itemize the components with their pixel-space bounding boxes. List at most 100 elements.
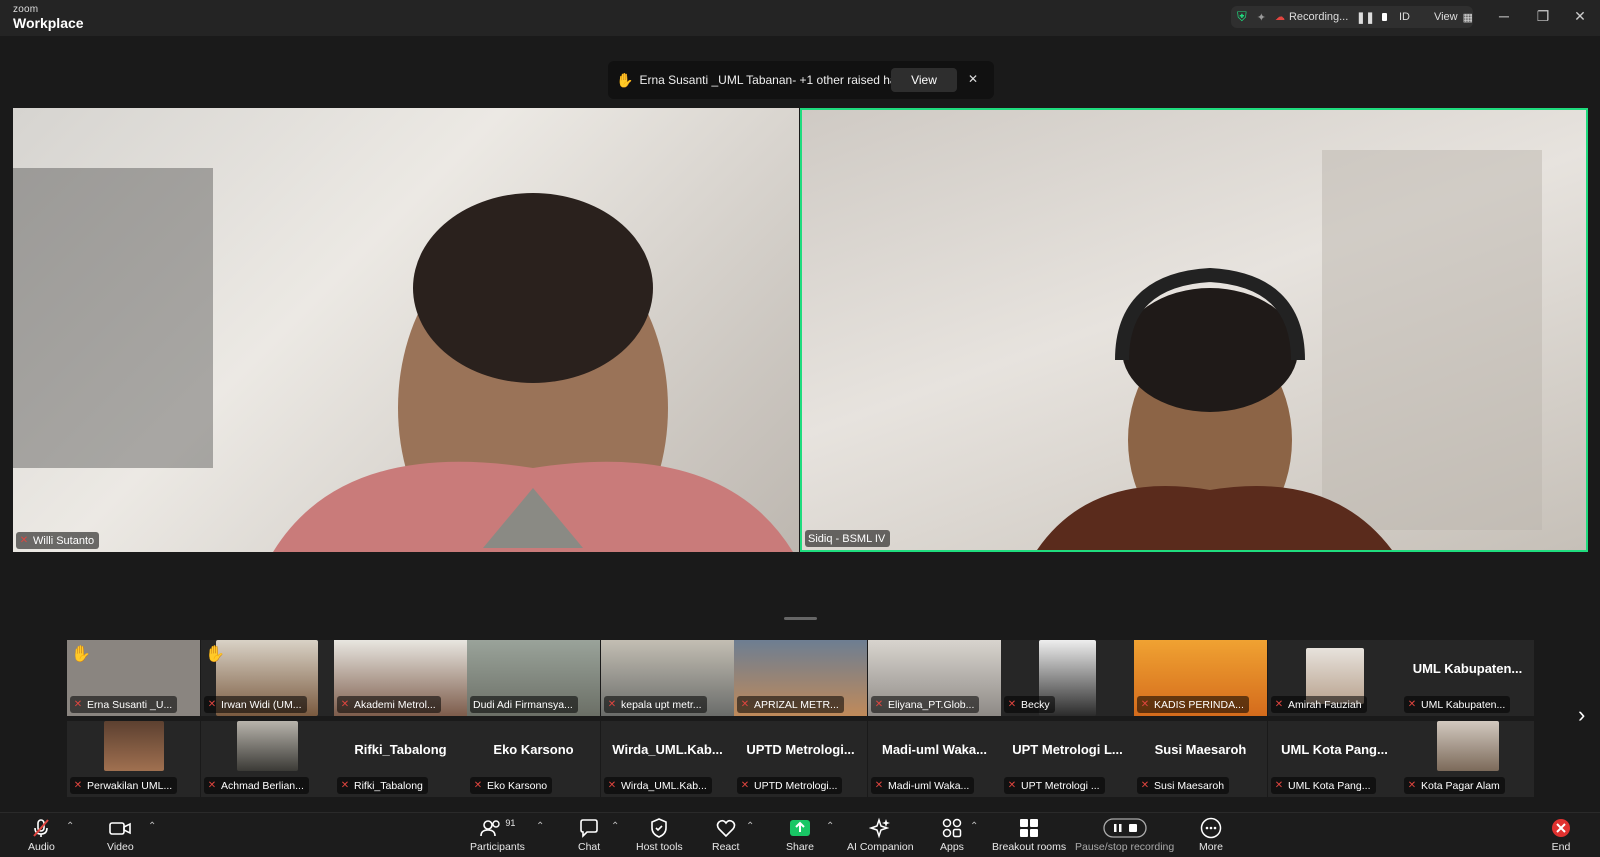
shield-icon — [648, 817, 670, 839]
apps-options-chevron-icon[interactable]: ⌃ — [970, 821, 978, 832]
gallery-next-page-icon[interactable]: › — [1578, 702, 1585, 728]
audio-options-chevron-icon[interactable]: ⌃ — [66, 821, 74, 832]
meeting-id-button[interactable]: ID — [1399, 11, 1410, 23]
participants-count: 91 — [505, 818, 516, 828]
ai-sparkle-icon — [869, 817, 891, 839]
participant-video — [237, 721, 298, 771]
gallery-tile[interactable]: ✕ Kota Pagar Alam — [1401, 721, 1534, 797]
raised-hands-banner: ✋ Erna Susanti _UML Tabanan- +1 other ra… — [608, 61, 994, 99]
video-tile-speaker-1[interactable]: ✕ Willi Sutanto — [13, 108, 799, 552]
muted-mic-icon: ✕ — [473, 780, 483, 791]
video-options-chevron-icon[interactable]: ⌃ — [148, 821, 156, 832]
gallery-tile[interactable]: UPTD Metrologi... ✕ UPTD Metrologi... — [734, 721, 867, 797]
participant-display-name: UPTD Metrologi... — [746, 742, 855, 757]
gallery-tile[interactable]: Madi-uml Waka... ✕ Madi-uml Waka... — [868, 721, 1001, 797]
ai-companion-label: AI Companion — [847, 841, 914, 853]
participant-name: Amirah Fauziah — [1288, 698, 1362, 711]
muted-mic-icon: ✕ — [740, 780, 750, 791]
chat-button[interactable]: Chat — [578, 817, 600, 853]
gallery-tile[interactable]: Eko Karsono ✕ Eko Karsono — [467, 721, 600, 797]
participant-name-tag: ✕ KADIS PERINDA... — [1137, 696, 1249, 713]
chat-bubble-icon — [578, 817, 600, 839]
participant-name-tag: ✕ Perwakilan UML... — [70, 777, 178, 794]
muted-mic-icon: ✕ — [874, 699, 884, 710]
security-shield-icon[interactable]: ⛨ — [1237, 9, 1247, 25]
share-button[interactable]: Share — [786, 817, 814, 853]
gallery-tile[interactable]: ✕ kepala upt metr... — [601, 640, 734, 716]
gallery-tile[interactable]: UML Kabupaten... ✕ UML Kabupaten... — [1401, 640, 1534, 716]
restore-button[interactable]: ❐ — [1533, 8, 1553, 26]
audio-label: Audio — [28, 841, 55, 853]
gallery-tile[interactable]: ✕ KADIS PERINDA... — [1134, 640, 1267, 716]
gallery-tile[interactable]: ✕ Perwakilan UML... — [67, 721, 200, 797]
muted-mic-icon: ✕ — [1007, 699, 1017, 710]
breakout-rooms-button[interactable]: Breakout rooms — [992, 817, 1066, 853]
participant-display-name: Rifki_Tabalong — [354, 742, 447, 757]
participants-button[interactable]: 91 Participants — [470, 817, 525, 853]
gallery-tile[interactable]: ✋ ✕ Irwan Widi (UM... — [201, 640, 334, 716]
participant-name: Wirda_UML.Kab... — [621, 779, 707, 792]
pause-recording-icon[interactable]: ❚❚ — [1356, 11, 1374, 24]
share-options-chevron-icon[interactable]: ⌃ — [826, 821, 834, 832]
gallery-tile[interactable]: ✕ Amirah Fauziah — [1268, 640, 1401, 716]
minimize-button[interactable]: ─ — [1494, 8, 1514, 26]
participant-name: Akademi Metrol... — [354, 698, 436, 711]
participants-options-chevron-icon[interactable]: ⌃ — [536, 821, 544, 832]
gallery-tile[interactable]: ✕ APRIZAL METR... — [734, 640, 867, 716]
video-tile-speaker-2-active[interactable]: Sidiq - BSML IV — [800, 108, 1588, 552]
participant-name: UML Kabupaten... — [1421, 698, 1506, 711]
more-label: More — [1199, 841, 1223, 853]
react-button[interactable]: React — [712, 817, 739, 853]
gallery-tile[interactable]: UML Kota Pang... ✕ UML Kota Pang... — [1268, 721, 1401, 797]
participant-name-tag: ✕ Eliyana_PT.Glob... — [871, 696, 980, 713]
participant-display-name: Susi Maesaroh — [1154, 742, 1247, 757]
gallery-tile[interactable]: Wirda_UML.Kab... ✕ Wirda_UML.Kab... — [601, 721, 734, 797]
gallery-tile[interactable]: ✕ Eliyana_PT.Glob... — [868, 640, 1001, 716]
participant-name-tag: ✕ Susi Maesaroh — [1137, 777, 1230, 794]
stop-recording-icon[interactable] — [1381, 13, 1387, 21]
participant-name: Willi Sutanto — [33, 534, 95, 547]
participant-name-tag: ✕ Erna Susanti _U... — [70, 696, 178, 713]
ai-sparkle-icon[interactable]: ✦ — [1257, 11, 1266, 24]
ai-companion-button[interactable]: AI Companion — [847, 817, 914, 853]
participant-name: Eko Karsono — [487, 779, 548, 792]
end-meeting-button[interactable]: End — [1550, 817, 1572, 853]
gallery-resize-handle[interactable] — [784, 617, 817, 620]
participant-name: Perwakilan UML... — [87, 779, 173, 792]
gallery-tile[interactable]: ✕ Becky — [1001, 640, 1134, 716]
recording-label: Recording... — [1288, 11, 1349, 23]
gallery-tile[interactable]: Susi Maesaroh ✕ Susi Maesaroh — [1134, 721, 1267, 797]
view-grid-icon[interactable]: ▦ — [1463, 11, 1473, 24]
video-button[interactable]: Video — [107, 817, 134, 853]
host-tools-button[interactable]: Host tools — [636, 817, 683, 853]
gallery-tile[interactable]: ✕ Akademi Metrol... — [334, 640, 467, 716]
apps-button[interactable]: Apps — [940, 817, 964, 853]
muted-mic-icon: ✕ — [1274, 699, 1284, 710]
gallery-tile[interactable]: UPT Metrologi L... ✕ UPT Metrologi ... — [1001, 721, 1134, 797]
audio-button[interactable]: Audio — [28, 817, 55, 853]
view-label[interactable]: View — [1434, 11, 1458, 23]
app-logo: zoom Workplace — [13, 5, 84, 31]
gallery-tile[interactable]: Rifki_Tabalong ✕ Rifki_Tabalong — [334, 721, 467, 797]
participant-display-name: Madi-uml Waka... — [882, 742, 987, 757]
participants-icon: 91 — [479, 817, 515, 839]
banner-close-icon[interactable]: ✕ — [968, 72, 978, 86]
react-options-chevron-icon[interactable]: ⌃ — [746, 821, 754, 832]
gallery-tile[interactable]: ✋ ✕ Erna Susanti _U... — [67, 640, 200, 716]
more-button[interactable]: More — [1199, 817, 1223, 853]
pause-stop-recording-button[interactable]: Pause/stop recording — [1075, 817, 1174, 853]
gallery-tile[interactable]: ✕ Achmad Berlian... — [201, 721, 334, 797]
end-call-icon — [1550, 817, 1572, 839]
gallery-tile[interactable]: Dudi Adi Firmansya... — [467, 640, 600, 716]
participant-name: Irwan Widi (UM... — [221, 698, 302, 711]
muted-mic-icon: ✕ — [874, 780, 884, 791]
breakout-rooms-icon — [1018, 817, 1040, 839]
muted-mic-icon: ✕ — [1140, 699, 1150, 710]
chat-options-chevron-icon[interactable]: ⌃ — [611, 821, 619, 832]
more-dots-icon — [1200, 817, 1222, 839]
close-window-button[interactable]: ✕ — [1570, 8, 1590, 26]
host-tools-label: Host tools — [636, 841, 683, 853]
raised-hands-view-button[interactable]: View — [891, 68, 957, 92]
participants-label: Participants — [470, 841, 525, 853]
muted-mic-icon: ✕ — [73, 780, 83, 791]
